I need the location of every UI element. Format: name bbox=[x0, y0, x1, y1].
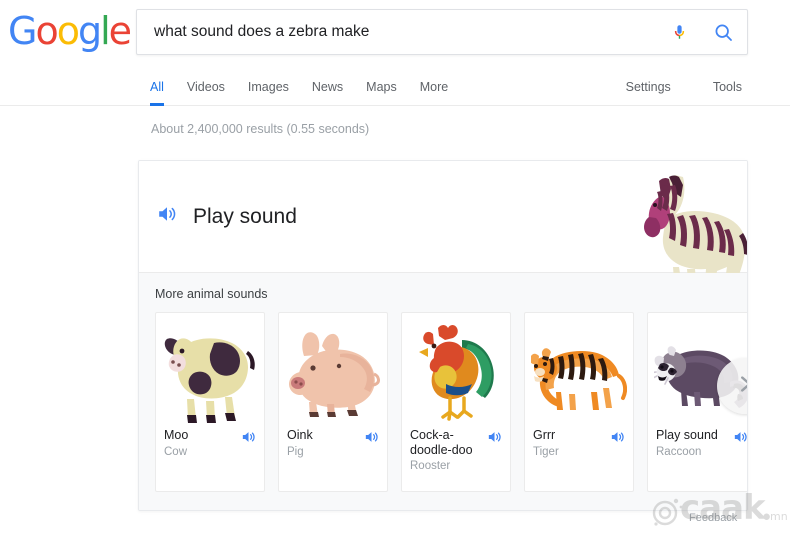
more-animal-sounds-panel: More animal sounds Moo Cow Oink Pig Cock… bbox=[139, 273, 747, 510]
play-sound-button[interactable]: Play sound bbox=[155, 203, 297, 230]
tools-button[interactable]: Tools bbox=[713, 70, 742, 106]
watermark-dot: ● bbox=[762, 508, 772, 525]
animal-card-pig[interactable]: Oink Pig bbox=[278, 312, 388, 492]
animal-name-rooster: Rooster bbox=[410, 460, 451, 472]
pig-illustration bbox=[279, 313, 387, 428]
logo-letter-o2: o bbox=[56, 9, 80, 53]
google-logo[interactable]: Google bbox=[8, 9, 132, 53]
logo-letter-l: l bbox=[100, 9, 110, 53]
logo-letter-e: e bbox=[108, 9, 132, 53]
settings-button[interactable]: Settings bbox=[626, 70, 671, 106]
speaker-icon bbox=[155, 203, 179, 230]
watermark-suffix: mn bbox=[770, 510, 788, 523]
speaker-icon[interactable] bbox=[240, 429, 257, 450]
page-header: Google bbox=[0, 0, 790, 70]
results-navbar: All Videos Images News Maps More Setting… bbox=[0, 70, 790, 106]
animal-meta-cow: Moo Cow bbox=[156, 428, 264, 458]
tab-videos[interactable]: Videos bbox=[187, 70, 238, 106]
animal-card-rooster[interactable]: Cock-a-doodle-doo Rooster bbox=[401, 312, 511, 492]
nav-right-actions: Settings Tools bbox=[626, 70, 742, 106]
search-input[interactable] bbox=[137, 10, 659, 54]
section-title: More animal sounds bbox=[155, 287, 268, 301]
nav-tabs: All Videos Images News Maps More bbox=[150, 70, 471, 106]
tab-maps[interactable]: Maps bbox=[366, 70, 410, 106]
play-sound-label: Play sound bbox=[193, 204, 297, 228]
answer-card: Play sound More animal sounds Moo Cow Oi… bbox=[138, 160, 748, 511]
play-sound-panel: Play sound bbox=[139, 161, 747, 293]
logo-letter-g2: g bbox=[77, 9, 102, 53]
microphone-icon[interactable] bbox=[659, 10, 699, 54]
search-box[interactable] bbox=[136, 9, 748, 55]
cow-illustration bbox=[156, 313, 264, 428]
animal-card-cow[interactable]: Moo Cow bbox=[155, 312, 265, 492]
tab-all[interactable]: All bbox=[150, 70, 177, 106]
tiger-illustration bbox=[525, 313, 633, 428]
search-icon[interactable] bbox=[699, 10, 747, 54]
animal-meta-tiger: Grrr Tiger bbox=[525, 428, 633, 458]
speaker-icon[interactable] bbox=[732, 429, 747, 450]
chevron-right-icon bbox=[734, 373, 747, 400]
tab-news[interactable]: News bbox=[312, 70, 356, 106]
animal-meta-rooster: Cock-a-doodle-doo Rooster bbox=[402, 428, 510, 472]
tab-images[interactable]: Images bbox=[248, 70, 302, 106]
search-results-page: Google All Videos bbox=[0, 0, 790, 537]
logo-letter-o1: o bbox=[35, 9, 58, 53]
animal-card-tiger[interactable]: Grrr Tiger bbox=[524, 312, 634, 492]
animal-meta-pig: Oink Pig bbox=[279, 428, 387, 458]
animal-cards-strip: Moo Cow Oink Pig Cock-a-doodle-doo Roost… bbox=[155, 312, 747, 492]
speaker-icon[interactable] bbox=[363, 429, 380, 450]
speaker-icon[interactable] bbox=[486, 429, 503, 450]
tab-more[interactable]: More bbox=[420, 70, 461, 106]
results-stats: About 2,400,000 results (0.55 seconds) bbox=[151, 122, 370, 136]
animal-meta-raccoon: Play sound Raccoon bbox=[648, 428, 747, 458]
speaker-icon[interactable] bbox=[609, 429, 626, 450]
logo-letter-g1: G bbox=[8, 9, 37, 53]
feedback-link[interactable]: Feedback bbox=[689, 512, 737, 524]
rooster-illustration bbox=[402, 313, 510, 428]
